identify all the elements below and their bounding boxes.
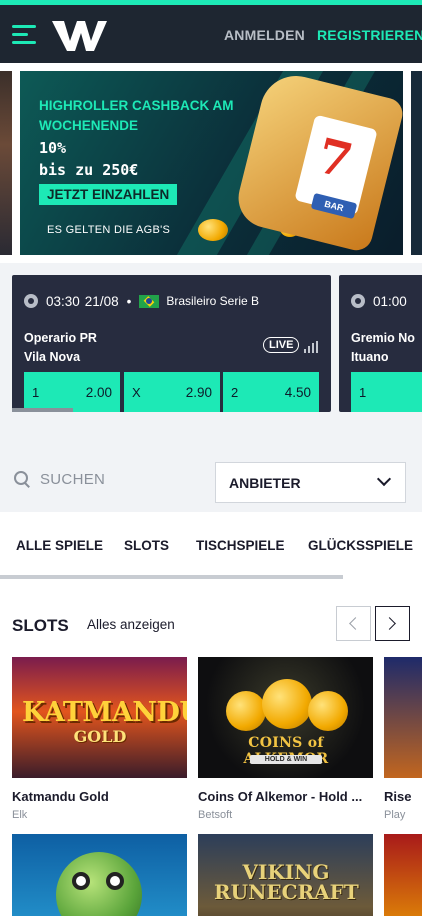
search-input[interactable]: SUCHEN [14,471,105,488]
odds-home-button[interactable]: 1 [351,372,422,412]
live-matches-carousel[interactable]: 03:30 21/08 • Brasileiro Serie B Operari… [0,263,422,441]
match-card[interactable]: 03:30 21/08 • Brasileiro Serie B Operari… [12,275,331,412]
game-name[interactable]: Coins Of Alkemor - Hold ... [198,789,376,804]
promo-banner[interactable]: 7 BAR HIGHROLLER CASHBACK AM WOCHENENDE … [20,71,403,255]
odds-label: 1 [32,385,40,400]
register-link[interactable]: REGISTRIEREN [317,27,422,43]
odds-value: 4.50 [284,385,311,400]
gold-coin-icon [198,219,228,241]
deposit-now-button[interactable]: JETZT EINZAHLEN [39,184,178,205]
away-team: Ituano [351,350,389,364]
brand-logo[interactable] [50,15,108,55]
game-thumbnail[interactable]: KATMANDU GOLD [12,657,187,778]
gold-coin-icon [262,679,312,729]
game-thumbnail[interactable]: COINS of ALKEMOR HOLD & WIN [198,657,373,778]
away-team: Vila Nova [24,350,81,364]
game-logo-sub: HOLD & WIN [250,755,322,764]
monster-eye-icon [106,872,124,890]
stats-signal-icon[interactable] [304,341,318,353]
odds-value: 2.90 [185,385,212,400]
see-all-link[interactable]: Alles anzeigen [87,617,175,632]
match-date: 21/08 [84,293,119,309]
live-badge[interactable]: LIVE [263,337,300,353]
tabs-scrollbar[interactable] [0,575,343,579]
app-header: ANMELDEN REGISTRIEREN [0,5,422,63]
league-name: Brasileiro Serie B [166,294,260,308]
category-tabs: ALLE SPIELE SLOTS TISCHSPIELE GLÜCKSSPIE… [0,512,422,580]
game-tile[interactable]: COINS of ALKEMOR HOLD & WIN Coins Of Alk… [198,657,373,827]
game-logo: VIKING RUNECRAFT [214,860,359,904]
chevron-right-icon [383,617,396,630]
section-title: SLOTS [12,616,69,635]
odds-away-button[interactable]: 2 4.50 [223,372,319,412]
game-provider: Play [384,809,406,821]
match-header: 03:30 21/08 • Brasileiro Serie B [24,292,259,310]
game-tile[interactable] [384,834,422,916]
odds-draw-button[interactable]: X 2.90 [124,372,220,412]
provider-dropdown[interactable]: ANBIETER [215,462,406,503]
monster-character-icon [56,852,142,916]
game-tile[interactable]: VIKING RUNECRAFT [198,834,373,916]
match-card[interactable]: 01:00 Gremio No Ituano 1 [339,275,422,412]
match-time: 03:30 [46,293,80,309]
football-icon [24,294,38,308]
odds-label: 2 [231,385,239,400]
match-time: 01:00 [373,293,407,309]
game-logo: KATMANDU [22,697,187,728]
promo-title: HIGHROLLER CASHBACK AM WOCHENENDE [39,98,234,133]
matches-scrollbar[interactable] [12,408,73,412]
chevron-left-icon [349,617,362,630]
brazil-flag-icon [139,294,160,308]
game-name[interactable]: Katmandu Gold [12,789,187,804]
separator-dot: • [126,293,132,309]
gold-coin-icon [308,691,348,731]
promo-amount: 10% bis zu 250€ [39,137,138,181]
chevron-down-icon [376,471,392,487]
game-thumbnail[interactable] [12,834,187,916]
home-team: Gremio No [351,331,415,345]
football-icon [351,294,365,308]
hamburger-menu-icon[interactable] [12,25,36,45]
game-provider: Betsoft [198,809,233,821]
tab-slots[interactable]: SLOTS [124,538,169,553]
tab-table-games[interactable]: TISCHSPIELE [196,538,285,553]
promo-carousel[interactable]: 7 BAR HIGHROLLER CASHBACK AM WOCHENENDE … [0,63,422,263]
game-thumbnail[interactable]: VIKING RUNECRAFT [198,834,373,916]
terms-note: ES GELTEN DIE AGB'S [47,224,171,236]
tab-all-games[interactable]: ALLE SPIELE [16,538,103,553]
game-provider: Elk [12,809,28,821]
promo-slide-next-peek[interactable] [411,71,422,255]
game-thumbnail[interactable] [384,657,422,778]
search-filter-bar: SUCHEN ANBIETER [0,441,422,512]
game-tile[interactable] [12,834,187,916]
odds-home-button[interactable]: 1 2.00 [24,372,120,412]
odds-label: X [132,385,141,400]
promo-max: bis zu 250€ [39,161,139,179]
home-team: Operario PR [24,331,97,345]
login-link[interactable]: ANMELDEN [224,27,305,43]
search-placeholder: SUCHEN [40,471,106,488]
game-tile[interactable]: KATMANDU GOLD Katmandu Gold Elk [12,657,187,827]
game-tile[interactable]: Rise Play [384,657,422,827]
monster-eye-icon [72,872,90,890]
game-logo-sub: GOLD [73,727,127,746]
tab-lottery-games[interactable]: GLÜCKSSPIELE [308,538,413,553]
odds-value: 2.00 [85,385,112,400]
odds-label: 1 [359,385,367,400]
provider-label: ANBIETER [229,475,301,491]
game-thumbnail[interactable] [384,834,422,916]
gold-coin-icon [226,691,266,731]
promo-slide-previous-peek[interactable] [0,71,12,255]
game-name[interactable]: Rise [384,789,422,804]
promo-percent: 10% [39,139,67,157]
carousel-prev-button[interactable] [336,606,371,641]
search-icon [14,471,31,488]
match-header: 01:00 [351,292,412,310]
carousel-next-button[interactable] [375,606,410,641]
